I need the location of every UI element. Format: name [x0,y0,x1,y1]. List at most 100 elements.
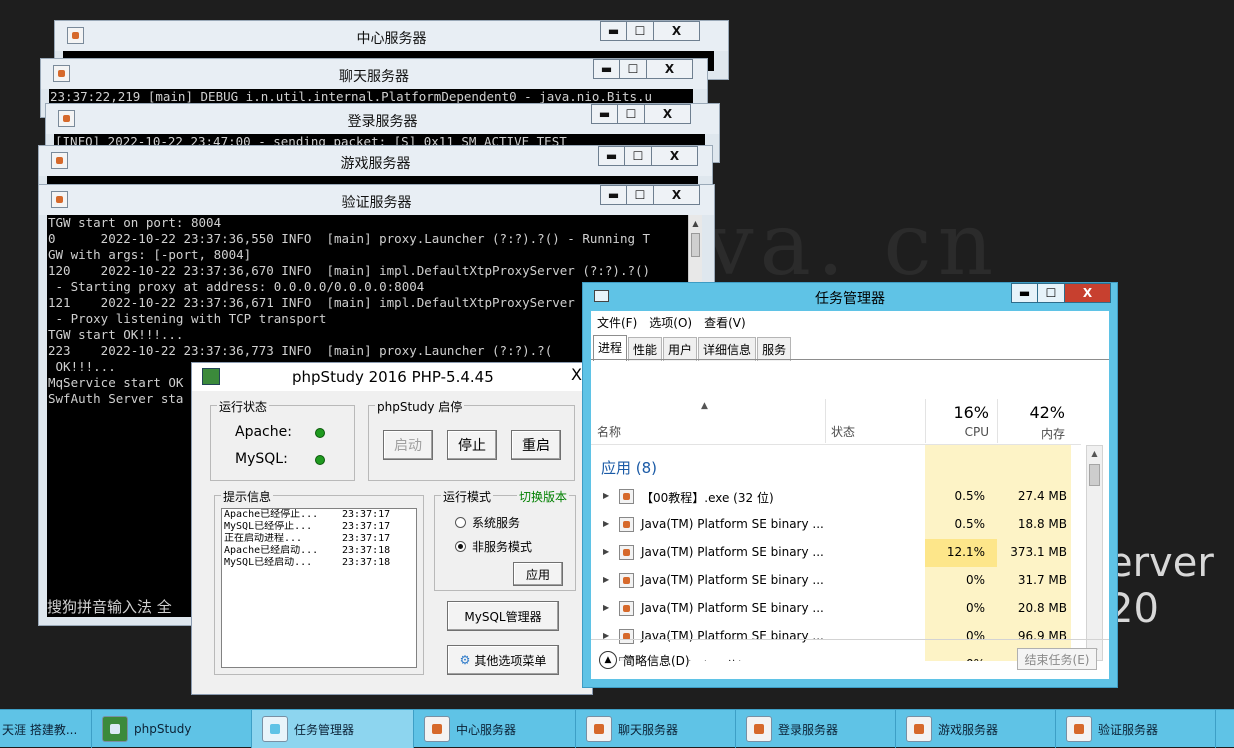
close-button[interactable]: X [645,104,691,124]
log-message: MySQL已经启动... [224,557,313,568]
process-memory: 31.7 MB [1017,573,1067,587]
switch-version-link[interactable]: 切换版本 [516,488,569,505]
close-button[interactable]: X [571,365,582,384]
maximize-button[interactable]: ☐ [620,59,647,79]
scroll-up-icon[interactable]: ▲ [1087,447,1102,461]
tab-performance[interactable]: 性能 [628,337,663,361]
title-bar[interactable]: 中心服务器 ▬ ☐ X [55,21,728,51]
taskbar-item-game-server[interactable]: 游戏服务器 [896,710,1056,748]
memory-total[interactable]: 42% [1001,403,1065,422]
process-icon [619,601,634,616]
process-row[interactable]: ▶ Java(TM) Platform SE binary ... 0% 31.7 M… [591,567,1081,595]
title-bar[interactable]: 任务管理器 ▬ ☐ X [583,283,1117,309]
column-status[interactable]: 状态 [831,423,855,440]
maximize-button[interactable]: ☐ [618,104,645,124]
log-row: 正在启动进程... 23:37:17 [222,533,416,545]
minimize-button[interactable]: ▬ [1011,283,1038,303]
other-options-button[interactable]: ⚙ 其他选项菜单 [447,645,559,675]
minimize-button[interactable]: ▬ [593,59,620,79]
expand-icon[interactable]: ▶ [603,575,609,584]
maximize-button[interactable]: ☐ [1038,283,1065,303]
process-icon [619,489,634,504]
expand-icon[interactable]: ▶ [603,547,609,556]
title-bar[interactable]: 聊天服务器 ▬ ☐ X [41,59,707,89]
process-row[interactable]: ▶ Java(TM) Platform SE binary ... 12.1% 373… [591,539,1081,567]
process-memory: 373.1 MB [1010,545,1067,559]
taskbar-item-label: 任务管理器 [294,722,355,737]
column-cpu[interactable]: CPU [925,425,989,439]
log-row: MySQL已经启动... 23:37:18 [222,557,416,569]
close-button[interactable]: X [1065,283,1111,303]
taskbar-item-auth-server[interactable]: 验证服务器 [1056,710,1216,748]
tab-services[interactable]: 服务 [757,337,792,361]
title-bar[interactable]: phpStudy 2016 PHP-5.4.45 X [192,363,592,391]
java-icon [424,716,450,742]
close-button[interactable]: X [652,146,698,166]
minimize-button[interactable]: ▬ [591,104,618,124]
menu-file[interactable]: 文件(F) [591,311,643,333]
log-message: MySQL已经停止... [224,521,313,532]
title-bar[interactable]: 验证服务器 ▬ ☐ X [39,185,714,215]
process-row[interactable]: ▶ Java(TM) Platform SE binary ... 0% 20.8 M… [591,595,1081,623]
scroll-thumb[interactable] [691,233,700,257]
taskbar-item-login-server[interactable]: 登录服务器 [736,710,896,748]
taskbar-item-tianya[interactable]: 天涯 搭建教... [0,710,92,748]
tab-users[interactable]: 用户 [663,337,698,361]
process-row[interactable]: ▶ 【00教程】.exe (32 位) 0.5% 27.4 MB [591,483,1081,511]
process-cpu: 12.1% [946,545,985,559]
scroll-up-icon[interactable]: ▲ [689,217,702,231]
brief-info-label: 简略信息(D) [623,653,690,668]
taskbar-item-center-server[interactable]: 中心服务器 [414,710,576,748]
maximize-button[interactable]: ☐ [627,185,654,205]
column-name[interactable]: 名称 [597,423,621,440]
close-button[interactable]: X [654,21,700,41]
title-bar[interactable]: 登录服务器 ▬ ☐ X [46,104,719,134]
stop-button[interactable]: 停止 [447,430,497,460]
minimize-button[interactable]: ▬ [600,21,627,41]
expand-icon[interactable]: ▶ [603,491,609,500]
tab-details[interactable]: 详细信息 [698,337,757,361]
apply-button[interactable]: 应用 [513,562,563,586]
radio-non-service[interactable]: 非服务模式 [455,538,532,555]
close-button[interactable]: X [654,185,700,205]
maximize-button[interactable]: ☐ [627,21,654,41]
log-list[interactable]: Apache已经停止... 23:37:17 MySQL已经停止... 23:37:1… [221,508,417,668]
log-row: Apache已经启动... 23:37:18 [222,545,416,557]
menu-view[interactable]: 查看(V) [698,311,752,333]
mysql-manager-button[interactable]: MySQL管理器 [447,601,559,631]
phpstudy-window[interactable]: phpStudy 2016 PHP-5.4.45 X 运行状态 Apache: … [191,362,593,695]
taskbar-item-task-manager[interactable]: 任务管理器 [252,710,414,748]
tab-processes[interactable]: 进程 [593,335,628,361]
process-list[interactable]: 应用 (8) ▶ 【00教程】.exe (32 位) 0.5% 27.4 MB ▶ Jav… [591,445,1109,661]
java-icon [906,716,932,742]
minimize-button[interactable]: ▬ [600,185,627,205]
start-button[interactable]: 启动 [383,430,433,460]
cpu-total[interactable]: 16% [925,403,989,422]
radio-system-service[interactable]: 系统服务 [455,514,520,531]
task-manager-icon [262,716,288,742]
end-task-button[interactable]: 结束任务(E) [1017,648,1097,670]
radio-label: 系统服务 [472,516,521,530]
console-line: 0 2022-10-22 23:37:36,550 INFO [main] pr… [48,231,651,246]
process-cpu: 0% [965,573,985,587]
log-row: MySQL已经停止... 23:37:17 [222,521,416,533]
brief-info-toggle[interactable]: ▲ 简略信息(D) [599,651,690,669]
task-manager-window[interactable]: 任务管理器 ▬ ☐ X 文件(F) 选项(O) 查看(V) 进程 性能 用户 详… [582,282,1118,688]
close-button[interactable]: X [647,59,693,79]
gear-icon: ⚙ [459,653,471,667]
apache-label: Apache: [235,424,292,440]
process-list-scrollbar[interactable]: ▲ ▼ [1086,445,1103,661]
mysql-label: MySQL: [235,451,288,467]
maximize-button[interactable]: ☐ [625,146,652,166]
scroll-thumb[interactable] [1089,464,1100,486]
taskbar-item-phpstudy[interactable]: phpStudy [92,710,252,748]
process-row[interactable]: ▶ Java(TM) Platform SE binary ... 0.5% 18.8… [591,511,1081,539]
expand-icon[interactable]: ▶ [603,603,609,612]
minimize-button[interactable]: ▬ [598,146,625,166]
restart-button[interactable]: 重启 [511,430,561,460]
menu-options[interactable]: 选项(O) [643,311,698,333]
title-bar[interactable]: 游戏服务器 ▬ ☐ X [39,146,712,176]
taskbar-item-chat-server[interactable]: 聊天服务器 [576,710,736,748]
expand-icon[interactable]: ▶ [603,519,609,528]
column-memory[interactable]: 内存 [1001,425,1065,442]
